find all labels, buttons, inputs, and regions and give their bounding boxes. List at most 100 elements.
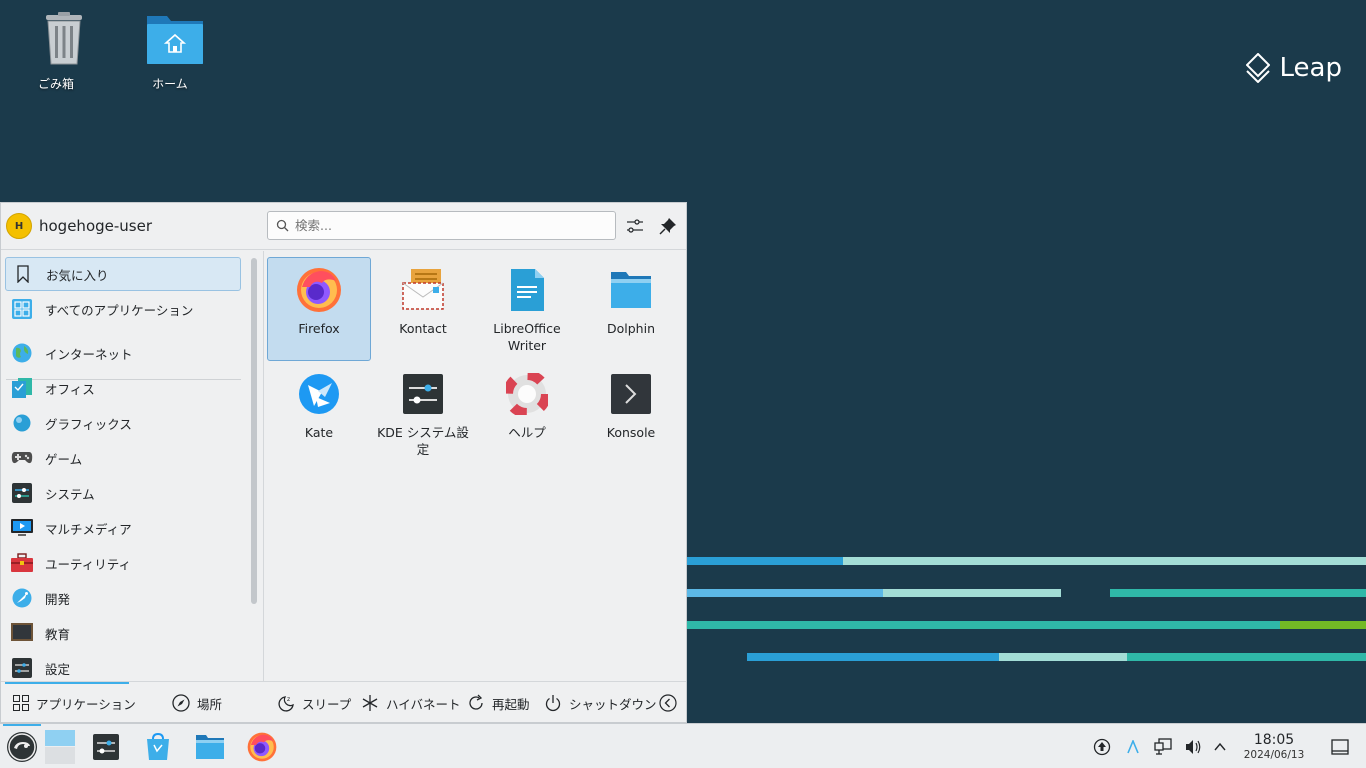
category-label: すべてのアプリケーション bbox=[45, 302, 194, 318]
applications-grid-icon bbox=[13, 695, 29, 711]
avatar[interactable]: H bbox=[6, 213, 32, 239]
app-label: Kate bbox=[304, 425, 334, 440]
category-label: ゲーム bbox=[45, 451, 83, 467]
writer-icon bbox=[511, 269, 544, 311]
tab-applications[interactable]: アプリケーション bbox=[13, 682, 136, 724]
wallpaper-stripe bbox=[747, 653, 999, 661]
app-label: KDE システム設定 bbox=[377, 425, 469, 457]
sleep-icon: z bbox=[278, 696, 294, 712]
category-list: お気に入り すべてのアプリケーション インターネット オフィス グラフィックス … bbox=[1, 251, 251, 681]
app-firefox[interactable]: Firefox bbox=[267, 257, 371, 361]
volume-tray-icon[interactable] bbox=[1184, 724, 1202, 768]
taskbar-dolphin[interactable] bbox=[190, 724, 230, 768]
app-kde-system-settings[interactable]: KDE システム設定 bbox=[371, 361, 475, 465]
pin-icon bbox=[659, 218, 676, 235]
pager-desktop[interactable] bbox=[44, 724, 76, 768]
education-icon bbox=[11, 623, 33, 641]
search-icon bbox=[276, 219, 289, 232]
toolbox-icon bbox=[11, 553, 33, 572]
updates-tray-icon[interactable] bbox=[1093, 724, 1111, 768]
shutdown-button[interactable]: シャットダウン bbox=[544, 682, 657, 724]
show-hidden-icons-button[interactable] bbox=[1213, 724, 1227, 768]
category-scrollbar[interactable] bbox=[251, 258, 257, 604]
category-office[interactable]: オフィス bbox=[5, 371, 241, 405]
category-games[interactable]: ゲーム bbox=[5, 441, 241, 475]
category-all-applications[interactable]: すべてのアプリケーション bbox=[5, 292, 241, 326]
desktop-icon-home[interactable]: ホーム bbox=[130, 12, 210, 92]
app-label: Konsole bbox=[606, 425, 656, 440]
help-icon bbox=[506, 373, 548, 415]
restart-button[interactable]: 再起動 bbox=[467, 682, 530, 724]
wallpaper-stripe bbox=[843, 557, 1366, 565]
wallpaper-stripe bbox=[687, 589, 883, 597]
app-libreoffice-writer[interactable]: LibreOffice Writer bbox=[475, 257, 579, 361]
wallpaper-stripe bbox=[687, 557, 843, 565]
discover-icon bbox=[147, 732, 169, 760]
globe-icon bbox=[12, 343, 32, 363]
kontact-icon bbox=[402, 269, 444, 310]
restart-label: 再起動 bbox=[492, 696, 530, 712]
app-dolphin[interactable]: Dolphin bbox=[579, 257, 683, 361]
search-field[interactable] bbox=[267, 211, 616, 240]
input-method-tray-icon[interactable] bbox=[1126, 724, 1140, 768]
category-development[interactable]: 開発 bbox=[5, 581, 241, 615]
app-label: ヘルプ bbox=[508, 425, 546, 440]
launcher-header: H hogehoge-user bbox=[1, 203, 686, 250]
restart-icon bbox=[469, 694, 483, 710]
svg-text:z: z bbox=[287, 696, 290, 703]
taskbar-firefox[interactable] bbox=[242, 724, 282, 768]
trash-icon bbox=[46, 12, 82, 65]
pin-button[interactable] bbox=[656, 214, 680, 238]
category-utilities[interactable]: ユーティリティ bbox=[5, 546, 241, 580]
desktop-icon-trash[interactable]: ごみ箱 bbox=[16, 12, 96, 92]
category-label: オフィス bbox=[45, 381, 95, 397]
tab-places[interactable]: 場所 bbox=[172, 682, 222, 724]
dolphin-icon bbox=[611, 272, 651, 308]
konsole-icon bbox=[611, 374, 651, 414]
category-settings[interactable]: 設定 bbox=[5, 651, 241, 681]
shutdown-label: シャットダウン bbox=[569, 696, 657, 712]
app-konsole[interactable]: Konsole bbox=[579, 361, 683, 465]
application-launcher-button[interactable] bbox=[2, 724, 42, 768]
compass-icon bbox=[172, 694, 190, 712]
search-input[interactable] bbox=[295, 218, 595, 233]
desktop-icon-label: ホーム bbox=[152, 77, 188, 91]
category-label: 設定 bbox=[45, 661, 71, 677]
tab-places-label: 場所 bbox=[197, 696, 223, 712]
multimedia-icon bbox=[11, 519, 33, 536]
hibernate-button[interactable]: ハイバネート bbox=[361, 682, 461, 724]
home-folder-icon bbox=[147, 16, 203, 64]
digital-clock[interactable]: 18:05 2024/06/13 bbox=[1238, 732, 1310, 762]
app-kate[interactable]: Kate bbox=[267, 361, 371, 465]
snowflake-icon bbox=[362, 695, 378, 711]
category-multimedia[interactable]: マルチメディア bbox=[5, 511, 241, 545]
clock-date: 2024/06/13 bbox=[1243, 749, 1305, 761]
more-actions-button[interactable] bbox=[659, 682, 684, 724]
development-icon bbox=[12, 588, 32, 608]
category-graphics[interactable]: グラフィックス bbox=[5, 406, 241, 440]
network-tray-icon[interactable] bbox=[1154, 724, 1172, 768]
show-desktop-button[interactable] bbox=[1331, 724, 1349, 768]
launcher-footer: アプリケーション 場所 z スリープ ハイバネート 再起動 シャットダウン bbox=[1, 681, 686, 723]
grid-icon bbox=[12, 299, 32, 319]
configure-button[interactable] bbox=[623, 214, 647, 238]
sleep-button[interactable]: z スリープ bbox=[277, 682, 351, 724]
category-education[interactable]: 教育 bbox=[5, 616, 241, 650]
update-icon bbox=[1093, 738, 1111, 755]
gamepad-icon bbox=[11, 452, 33, 464]
network-icon bbox=[1154, 737, 1172, 755]
taskbar-discover[interactable] bbox=[138, 724, 178, 768]
taskbar-system-settings[interactable] bbox=[86, 724, 126, 768]
firefox-icon bbox=[297, 268, 341, 312]
app-kontact[interactable]: Kontact bbox=[371, 257, 475, 361]
kate-icon bbox=[299, 374, 339, 414]
app-help[interactable]: ヘルプ bbox=[475, 361, 579, 465]
category-internet[interactable]: インターネット bbox=[5, 336, 241, 370]
sliders-icon bbox=[627, 219, 643, 233]
category-system[interactable]: システム bbox=[5, 476, 241, 510]
desktop-icon-label: ごみ箱 bbox=[37, 77, 74, 91]
opensuse-icon bbox=[7, 731, 37, 762]
category-favorites[interactable]: お気に入り bbox=[5, 257, 241, 291]
leap-logo: Leap bbox=[1245, 53, 1342, 83]
graphics-icon bbox=[13, 414, 31, 432]
